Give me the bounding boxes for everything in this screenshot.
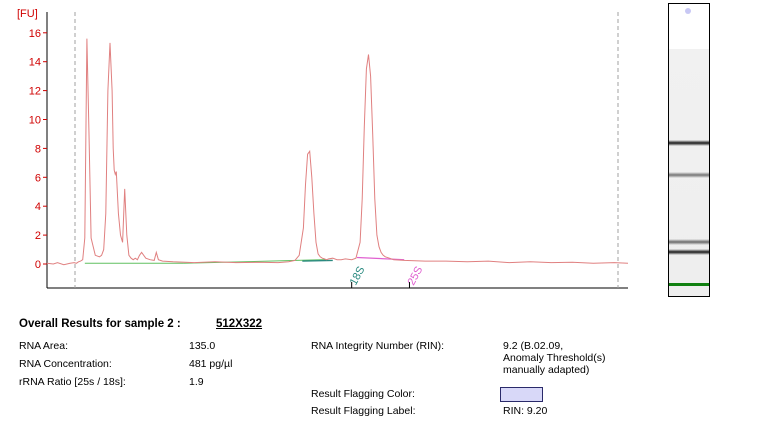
y-tick-label: 12 [29,86,41,98]
gel-marker-band [669,282,709,286]
flag-color-label: Result Flagging Color: [311,388,415,400]
results-heading: Overall Results for sample 2 : [19,318,181,330]
flag-color-swatch [500,387,543,402]
gel-lane-image [668,3,710,297]
gel-well-area [669,4,709,49]
y-tick-label: 16 [29,28,41,40]
trace-group [46,38,629,266]
rna-area-value: 135.0 [189,340,216,352]
rna-concentration-value: 481 pg/µl [189,358,233,370]
gel-band [669,248,709,255]
rna-area-label: RNA Area: [19,340,69,352]
y-axis-label: [FU] [17,8,38,20]
sample-name: 512X322 [216,318,263,330]
y-tick-label: 4 [35,201,41,213]
y-tick-label: 2 [35,230,41,242]
trace-line [46,38,629,266]
flag-label-label: Result Flagging Label: [311,405,416,417]
gel-well-dot [685,8,691,14]
gel-lane-body [669,49,709,296]
chart-axes [46,12,628,289]
gel-band [669,238,709,245]
y-tick-label: 8 [35,143,41,155]
marker-group: 18S 25S [348,264,426,288]
marker-label-25s: 25S [406,264,426,287]
gel-band [669,139,709,146]
baseline-segment-25s [356,256,405,261]
rin-label: RNA Integrity Number (RIN): [311,340,445,352]
electropherogram-chart: 0 2 4 6 8 10 12 14 16 18S 25S [FU] [17,8,629,289]
y-tick-label: 6 [35,172,41,184]
rrna-ratio-value: 1.9 [189,376,204,388]
gel-band [669,171,709,178]
rna-concentration-label: RNA Concentration: [19,358,112,370]
flag-label-value: RIN: 9.20 [503,405,548,417]
marker-label-18s: 18S [348,264,368,287]
rrna-ratio-label: rRNA Ratio [25s / 18s]: [19,376,126,388]
rin-value-line-3: manually adapted) [503,364,590,376]
y-tick-label: 0 [35,259,41,271]
baseline-segment-18s [302,259,333,262]
y-tick-label: 14 [29,57,41,69]
y-tick-label: 10 [29,115,41,127]
y-tick-group: 0 2 4 6 8 10 12 14 16 [29,28,47,271]
